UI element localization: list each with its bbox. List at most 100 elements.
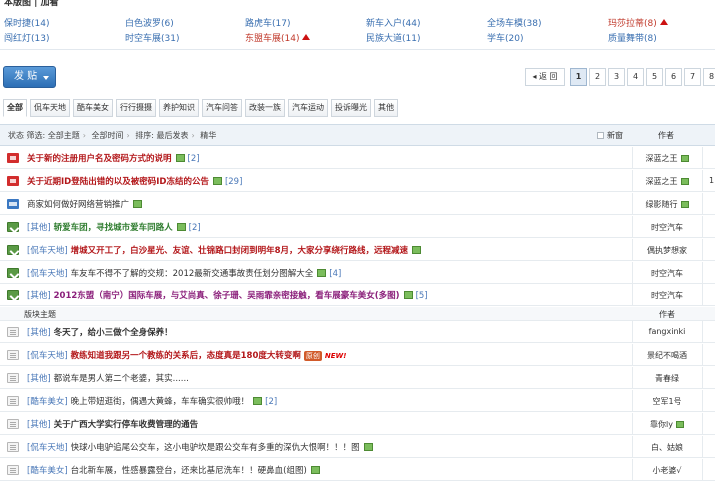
author-link[interactable]: 小老婆√ bbox=[652, 466, 681, 475]
thread-title-link[interactable]: 关于广西大学实行停车收费管理的通告 bbox=[54, 420, 199, 430]
thread-row[interactable]: [侃车天地] 快球小电驴追尾公交车，这小电驴坎是跟公交车有多重的深仇大恨啊！！！图… bbox=[0, 436, 715, 458]
pager-page[interactable]: 4 bbox=[627, 68, 644, 86]
pager-page[interactable]: 1 bbox=[570, 68, 587, 86]
reply-page-link[interactable]: [29] bbox=[225, 177, 242, 187]
author-link[interactable]: 白、姑娘 bbox=[651, 443, 683, 452]
author-link[interactable]: 时空汽车 bbox=[651, 291, 683, 300]
thread-row[interactable]: [其他] 冬天了，给小三做个全身保养！ fangxinki bbox=[0, 321, 715, 343]
tab-category[interactable]: 全部 bbox=[3, 99, 27, 117]
thread-row[interactable]: [侃车天地] 车友车不得不了解的交规：2012最新交通事故责任划分图解大全 [4] 时… bbox=[0, 262, 715, 284]
thread-category-link[interactable]: [其他] bbox=[27, 328, 51, 338]
column-divider bbox=[702, 193, 703, 214]
author-link[interactable]: 深蓝之王 bbox=[646, 177, 678, 186]
thread-title-link[interactable]: 晚上带妞逛街，偶遇大黄蜂，车车确实很帅哦！ bbox=[71, 397, 250, 407]
hot-topic-link[interactable]: 全场车模(38) bbox=[487, 18, 541, 30]
hot-topic-label: 白色波罗(6) bbox=[125, 19, 174, 29]
thread-category-link[interactable]: [酷车美女] bbox=[27, 466, 68, 476]
pager-page[interactable]: 6 bbox=[665, 68, 682, 86]
author-link[interactable]: 绿影随行 bbox=[646, 200, 678, 209]
author-link[interactable]: 偶执梦想家 bbox=[647, 246, 687, 255]
tab-category[interactable]: 其他 bbox=[374, 99, 398, 117]
thread-category-link[interactable]: [侃车天地] bbox=[27, 351, 68, 361]
chevron-down-icon[interactable] bbox=[43, 76, 49, 80]
author-link[interactable]: 时空汽车 bbox=[651, 223, 683, 232]
tab-category[interactable]: 行行摄摄 bbox=[116, 99, 156, 117]
author-link[interactable]: 景纪不喝酒 bbox=[647, 351, 687, 360]
thread-row[interactable]: [其他] 轿爱车团，寻找城市爱车同路人 [2] 时空汽车 bbox=[0, 216, 715, 238]
thread-category-link[interactable]: [酷车美女] bbox=[27, 397, 68, 407]
author-link[interactable]: 时空汽车 bbox=[651, 269, 683, 278]
pager-page[interactable]: 5 bbox=[646, 68, 663, 86]
author-link[interactable]: fangxinki bbox=[649, 327, 686, 336]
thread-title-link[interactable]: 冬天了，给小三做个全身保养！ bbox=[54, 328, 173, 338]
thread-title-link[interactable]: 快球小电驴追尾公交车，这小电驴坎是跟公交车有多重的深仇大恨啊！！！图 bbox=[71, 443, 360, 453]
thread-title-link[interactable]: 台北新车展，性感暴露登台，还来比基尼洗车！！硬鼻血(组图) bbox=[71, 466, 307, 476]
sort-last-post[interactable]: 排序: 最后发表 bbox=[135, 131, 188, 140]
tab-category[interactable]: 汽车运动 bbox=[288, 99, 328, 117]
filter-best[interactable]: 精华 bbox=[200, 131, 216, 140]
reply-page-link[interactable]: [2] bbox=[188, 154, 200, 164]
tab-category[interactable]: 投诉曝光 bbox=[331, 99, 371, 117]
filter-all-topics[interactable]: 全部主题 bbox=[48, 131, 80, 140]
tab-category[interactable]: 侃车天地 bbox=[30, 99, 70, 117]
thread-title-link[interactable]: 2012东盟（南宁）国际车展，与艾尚真、徐子珊、吴雨霏亲密接触，看车展豪车美女(… bbox=[54, 291, 400, 301]
pager-page[interactable]: 3 bbox=[608, 68, 625, 86]
thread-title-link[interactable]: 关于近期ID登陆出错的以及被密码ID冻结的公告 bbox=[27, 177, 209, 187]
hot-topic-link[interactable]: 玛莎拉蒂(8) bbox=[608, 18, 668, 30]
author-link[interactable]: 空军1号 bbox=[652, 397, 681, 406]
reply-page-link[interactable]: [5] bbox=[416, 291, 428, 301]
tab-category[interactable]: 改装一族 bbox=[245, 99, 285, 117]
thread-row[interactable]: [其他] 都说车是男人第二个老婆，其实...... 青春绿 bbox=[0, 367, 715, 389]
pager-page[interactable]: 8 bbox=[703, 68, 715, 86]
filter-all-time[interactable]: 全部时间 bbox=[92, 131, 124, 140]
author-link[interactable]: 青春绿 bbox=[655, 374, 679, 383]
reply-page-link[interactable]: [2] bbox=[189, 223, 201, 233]
hot-topic-link[interactable]: 学车(20) bbox=[487, 33, 523, 45]
thread-row[interactable]: [侃车天地] 教练知道我跟另一个教练的关系后，态度真是180度大转变啊 原创 NEW!… bbox=[0, 344, 715, 366]
hot-topic-link[interactable]: 质量舞带(8) bbox=[608, 33, 657, 45]
reply-page-link[interactable]: [2] bbox=[265, 397, 277, 407]
author-link[interactable]: 深蓝之王 bbox=[646, 154, 678, 163]
hot-topic-link[interactable]: 保时捷(14) bbox=[4, 18, 49, 30]
thread-title-link[interactable]: 教练知道我跟另一个教练的关系后，态度真是180度大转变啊 bbox=[71, 351, 301, 361]
pager-page[interactable]: 7 bbox=[684, 68, 701, 86]
hot-topic-link[interactable]: 时空车展(31) bbox=[125, 33, 179, 45]
thread-category-link[interactable]: [其他] bbox=[27, 420, 51, 430]
hot-topic-link[interactable]: 新车入户(44) bbox=[366, 18, 420, 30]
thread-category-link[interactable]: [侃车天地] bbox=[27, 246, 68, 256]
thread-row[interactable]: [酷车美女] 晚上带妞逛街，偶遇大黄蜂，车车确实很帅哦！ [2] 空军1号 bbox=[0, 390, 715, 412]
thread-title-link[interactable]: 轿爱车团，寻找城市爱车同路人 bbox=[54, 223, 173, 233]
thread-row[interactable]: 商家如何做好网络营销推广 绿影随行 bbox=[0, 193, 715, 215]
hot-topic-link[interactable]: 路虎车(17) bbox=[245, 18, 290, 30]
hot-topic-link[interactable]: 民族大道(11) bbox=[366, 33, 420, 45]
thread-category-link[interactable]: [其他] bbox=[27, 291, 51, 301]
thread-row[interactable]: [其他] 2012东盟（南宁）国际车展，与艾尚真、徐子珊、吴雨霏亲密接触，看车展豪… bbox=[0, 284, 715, 306]
tab-category[interactable]: 酷车美女 bbox=[73, 99, 113, 117]
thread-category-link[interactable]: [侃车天地] bbox=[27, 443, 68, 453]
hot-topic-link[interactable]: 东盟车展(14) bbox=[245, 33, 311, 45]
thread-title-link[interactable]: 都说车是男人第二个老婆，其实...... bbox=[54, 374, 189, 384]
thread-title-link[interactable]: 商家如何做好网络营销推广 bbox=[27, 200, 129, 210]
thread-category-link[interactable]: [侃车天地] bbox=[27, 269, 68, 279]
hot-topic-link[interactable]: 闯红灯(13) bbox=[4, 33, 49, 45]
thread-row[interactable]: 关于近期ID登陆出错的以及被密码ID冻结的公告 [29] 深蓝之王 1 bbox=[0, 170, 715, 192]
thread-title-link[interactable]: 关于新的注册用户名及密码方式的说明 bbox=[27, 154, 172, 164]
thread-row[interactable]: [酷车美女] 台北新车展，性感暴露登台，还来比基尼洗车！！硬鼻血(组图) 小老婆√ bbox=[0, 459, 715, 481]
post-button-label: 发 贴 bbox=[14, 71, 38, 82]
post-button[interactable]: 发 贴 bbox=[3, 66, 56, 88]
tab-category[interactable]: 汽车问答 bbox=[202, 99, 242, 117]
thread-title-link[interactable]: 增城又开工了，白沙星光、友谊、壮锦路口封闭到明年8月，大家分享绕行路线，远程减速 bbox=[71, 246, 408, 256]
thread-row[interactable]: [侃车天地] 增城又开工了，白沙星光、友谊、壮锦路口封闭到明年8月，大家分享绕行路… bbox=[0, 239, 715, 261]
author-link[interactable]: 靠你ly bbox=[650, 420, 673, 429]
thread-row[interactable]: [其他] 关于广西大学实行停车收费管理的通告 靠你ly bbox=[0, 413, 715, 435]
tab-category[interactable]: 养护知识 bbox=[159, 99, 199, 117]
hot-topic-link[interactable]: 白色波罗(6) bbox=[125, 18, 174, 30]
thread-title-link[interactable]: 车友车不得不了解的交规：2012最新交通事故责任划分图解大全 bbox=[71, 269, 314, 279]
pager-prev-button[interactable]: ◂ 返 回 bbox=[525, 68, 565, 86]
reply-page-link[interactable]: [4] bbox=[329, 269, 341, 279]
pager-page[interactable]: 2 bbox=[589, 68, 606, 86]
thread-row[interactable]: 关于新的注册用户名及密码方式的说明 [2] 深蓝之王 bbox=[0, 147, 715, 169]
thread-category-link[interactable]: [其他] bbox=[27, 223, 51, 233]
thread-category-link[interactable]: [其他] bbox=[27, 374, 51, 384]
new-window-checkbox[interactable] bbox=[597, 132, 604, 139]
